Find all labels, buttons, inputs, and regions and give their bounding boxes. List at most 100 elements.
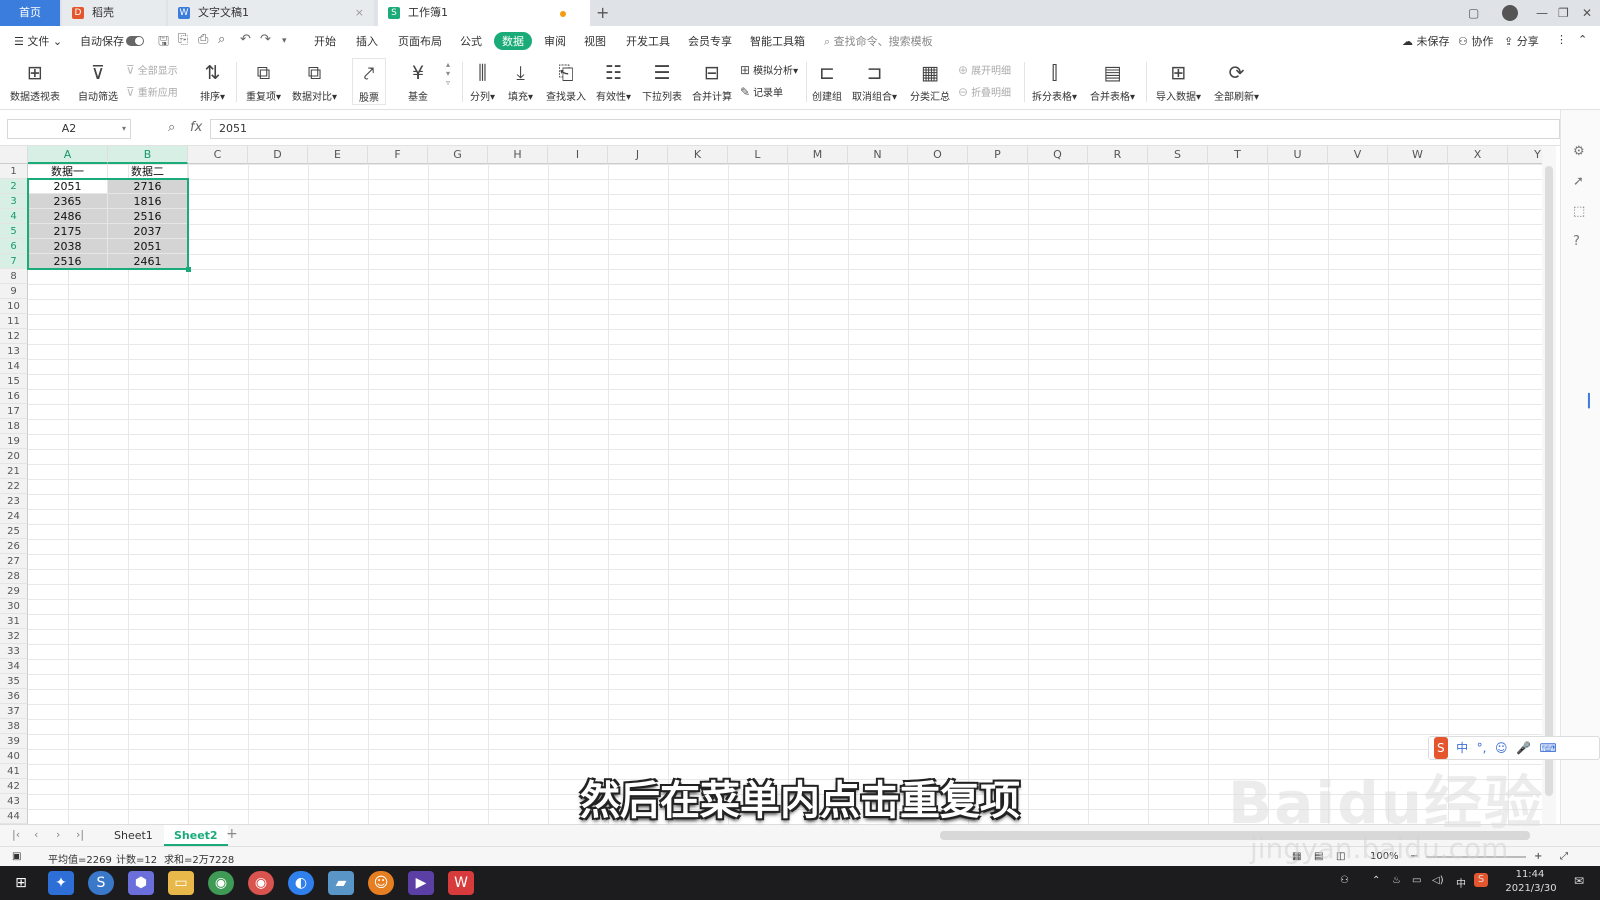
stock-button[interactable]: ⤤ 股票 <box>352 58 386 105</box>
row-header-11[interactable]: 11 <box>0 314 28 329</box>
help-icon[interactable]: ? <box>1573 234 1580 249</box>
fullscreen-icon[interactable]: ⤢ <box>1560 851 1568 862</box>
menu-data[interactable]: 数据 <box>494 32 532 50</box>
tab-docer[interactable]: D 稻壳 <box>62 0 166 26</box>
dropdown-list-button[interactable]: ☰ 下拉列表 <box>642 58 682 103</box>
row-header-17[interactable]: 17 <box>0 404 28 419</box>
row-header-18[interactable]: 18 <box>0 419 28 434</box>
row-header-6[interactable]: 6 <box>0 239 28 254</box>
column-header-g[interactable]: G <box>428 146 488 164</box>
row-header-14[interactable]: 14 <box>0 359 28 374</box>
add-sheet-icon[interactable]: + <box>226 826 238 842</box>
column-header-v[interactable]: V <box>1328 146 1388 164</box>
row-header-30[interactable]: 30 <box>0 599 28 614</box>
sheet-tab-sheet2[interactable]: Sheet2 <box>164 825 228 846</box>
first-sheet-icon[interactable]: |‹ <box>12 828 20 841</box>
row-header-40[interactable]: 40 <box>0 749 28 764</box>
adjust-icon[interactable]: ⚙ <box>1573 144 1585 159</box>
print-preview-icon[interactable]: ⌕ <box>218 32 225 47</box>
menu-page-layout[interactable]: 页面布局 <box>398 33 442 49</box>
menu-start[interactable]: 开始 <box>314 33 336 49</box>
chrome-icon[interactable]: ◉ <box>208 871 234 895</box>
zoom-in-icon[interactable]: + <box>1534 851 1542 862</box>
column-header-b[interactable]: B <box>108 146 188 164</box>
row-header-31[interactable]: 31 <box>0 614 28 629</box>
row-header-29[interactable]: 29 <box>0 584 28 599</box>
menu-formula[interactable]: 公式 <box>460 33 482 49</box>
column-header-d[interactable]: D <box>248 146 308 164</box>
scroll-thumb[interactable] <box>1545 166 1553 796</box>
select-cursor-icon[interactable]: ➚ <box>1573 174 1584 189</box>
row-header-25[interactable]: 25 <box>0 524 28 539</box>
save-icon[interactable]: 🖫 <box>158 32 169 54</box>
formula-input[interactable]: 2051 <box>210 119 1560 139</box>
row-header-10[interactable]: 10 <box>0 299 28 314</box>
ungroup-button[interactable]: ⊐ 取消组合▾ <box>852 58 897 103</box>
undo-icon[interactable]: ↶ <box>240 32 251 47</box>
collab-button[interactable]: ⚇ 协作 <box>1458 33 1493 49</box>
row-header-15[interactable]: 15 <box>0 374 28 389</box>
ime-lang-indicator[interactable]: 中 <box>1456 875 1466 890</box>
record-form-button[interactable]: ✎ 记录单 <box>740 84 783 99</box>
redo-icon[interactable]: ↷ <box>260 32 271 47</box>
column-header-s[interactable]: S <box>1148 146 1208 164</box>
vertical-scrollbar[interactable] <box>1542 146 1556 824</box>
menu-developer[interactable]: 开发工具 <box>626 33 670 49</box>
table-cell[interactable]: 2038 <box>28 239 108 254</box>
column-header-a[interactable]: A <box>28 146 108 164</box>
column-header-m[interactable]: M <box>788 146 848 164</box>
chevron-down-icon[interactable]: ▾ <box>122 120 126 138</box>
row-header-37[interactable]: 37 <box>0 704 28 719</box>
row-header-7[interactable]: 7 <box>0 254 28 269</box>
row-header-21[interactable]: 21 <box>0 464 28 479</box>
table-cell[interactable]: 2051 <box>28 179 108 194</box>
command-search[interactable]: ⌕ 查找命令、搜索模板 <box>824 33 933 49</box>
next-sheet-icon[interactable]: › <box>56 828 60 841</box>
network-icon[interactable]: ▭ <box>1412 875 1421 886</box>
fill-handle[interactable] <box>186 267 191 272</box>
column-header-k[interactable]: K <box>668 146 728 164</box>
ime-voice-icon[interactable]: 🎤 <box>1516 737 1531 759</box>
table-cell[interactable]: 2461 <box>108 254 188 269</box>
table-header-cell[interactable]: 数据一 <box>28 164 108 179</box>
column-header-n[interactable]: N <box>848 146 908 164</box>
autosave-toggle[interactable] <box>126 36 144 46</box>
video-player-icon[interactable]: ▶ <box>408 871 434 895</box>
person-icon[interactable]: ⚇ <box>1340 875 1349 886</box>
tab-writer-doc[interactable]: W 文字文稿1 × <box>168 0 374 26</box>
row-header-8[interactable]: 8 <box>0 269 28 284</box>
menu-member[interactable]: 会员专享 <box>688 33 732 49</box>
ime-emoji-icon[interactable]: ☺ <box>1495 737 1508 759</box>
app-paper-icon[interactable]: ▰ <box>328 871 354 895</box>
consolidate-button[interactable]: ⊟ 合并计算 <box>692 58 732 103</box>
table-cell[interactable]: 2175 <box>28 224 108 239</box>
column-header-f[interactable]: F <box>368 146 428 164</box>
expand-detail-button[interactable]: ⊕ 展开明细 <box>958 62 1011 77</box>
ime-keyboard-icon[interactable]: ⌨ <box>1539 737 1556 759</box>
table-cell[interactable]: 2365 <box>28 194 108 209</box>
row-header-3[interactable]: 3 <box>0 194 28 209</box>
what-if-button[interactable]: ⊞ 模拟分析▾ <box>740 62 798 77</box>
validity-button[interactable]: ☷ 有效性▾ <box>596 58 631 103</box>
spreadsheet-grid[interactable]: ABCDEFGHIJKLMNOPQRSTUVWXY 1 2 3 4 5 6 7 8 9 10 11 1… <box>0 146 1556 824</box>
row-header-35[interactable]: 35 <box>0 674 28 689</box>
column-header-u[interactable]: U <box>1268 146 1328 164</box>
new-tab-button[interactable]: + <box>596 0 609 26</box>
menu-smart-tools[interactable]: 智能工具箱 <box>750 33 805 49</box>
share-button[interactable]: ⇪ 分享 <box>1504 33 1539 49</box>
row-header-27[interactable]: 27 <box>0 554 28 569</box>
row-header-24[interactable]: 24 <box>0 509 28 524</box>
refresh-all-button[interactable]: ⟳ 全部刷新▾ <box>1214 58 1259 103</box>
app-s-icon[interactable]: S <box>88 871 114 895</box>
tab-workbook[interactable]: S 工作簿1 <box>378 0 590 26</box>
tab-home[interactable]: 首页 <box>0 0 60 26</box>
chrome-alt-icon[interactable]: ◉ <box>248 871 274 895</box>
notification-icon[interactable]: ✉ <box>1574 874 1584 888</box>
show-all-button[interactable]: ⊽ 全部显示 <box>126 62 178 77</box>
wps-icon[interactable]: W <box>448 871 474 895</box>
table-cell[interactable]: 2037 <box>108 224 188 239</box>
row-header-20[interactable]: 20 <box>0 449 28 464</box>
file-explorer-icon[interactable]: ▭ <box>168 871 194 895</box>
row-header-9[interactable]: 9 <box>0 284 28 299</box>
avatar[interactable] <box>1502 5 1518 21</box>
